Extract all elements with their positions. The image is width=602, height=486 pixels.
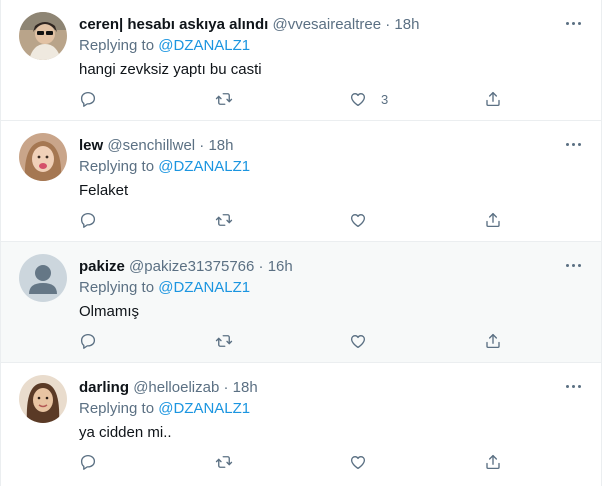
tweet-text: Olmamış (79, 303, 139, 320)
display-name[interactable]: lew (79, 137, 103, 154)
tweet-header: pakize @pakize31375766 · 16h (79, 257, 541, 277)
share-button[interactable] (484, 88, 502, 110)
default-avatar-icon (19, 254, 67, 302)
replying-to-label: Replying to (79, 158, 155, 175)
more-options-icon[interactable] (563, 16, 583, 30)
display-name[interactable]: ceren| hesabı askıya alındı (79, 16, 268, 33)
tweet-text: hangi zevksiz yaptı bu casti (79, 61, 262, 78)
retweet-button[interactable] (215, 88, 233, 110)
replying-to-label: Replying to (79, 400, 155, 417)
reply-button[interactable] (79, 209, 97, 231)
tweet-text: Felaket (79, 182, 129, 199)
like-button[interactable] (349, 451, 381, 473)
retweet-icon (215, 456, 233, 468)
reply-icon (80, 91, 96, 107)
share-button[interactable] (484, 451, 502, 473)
tweet-header: darling @helloelizab · 18h (79, 378, 541, 398)
retweet-icon (215, 93, 233, 105)
heart-icon (350, 93, 366, 107)
retweet-button[interactable] (215, 451, 233, 473)
user-handle[interactable]: @senchillwel (107, 137, 195, 154)
reply-button[interactable] (79, 88, 97, 110)
like-count: 3 (381, 91, 389, 107)
user-photo-icon (19, 133, 67, 181)
display-name[interactable]: darling (79, 379, 129, 396)
share-icon (486, 333, 500, 349)
reply-tweet[interactable]: pakize @pakize31375766 · 16h Replying to… (1, 242, 601, 363)
heart-icon (350, 335, 366, 349)
user-photo-icon (19, 375, 67, 423)
separator-dot: · (385, 16, 391, 33)
timestamp[interactable]: 18h (233, 379, 258, 396)
share-icon (486, 212, 500, 228)
share-icon (486, 91, 500, 107)
replying-to-label: Replying to (79, 279, 155, 296)
separator-dot: · (258, 258, 264, 275)
timestamp[interactable]: 18h (208, 137, 233, 154)
timestamp[interactable]: 16h (268, 258, 293, 275)
more-options-icon[interactable] (563, 258, 583, 272)
replying-to-handle[interactable]: @DZANALZ1 (158, 400, 250, 417)
retweet-button[interactable] (215, 209, 233, 231)
tweet-text: ya cidden mi.. (79, 424, 172, 441)
replies-feed: ceren| hesabı askıya alındı @vvesairealt… (0, 0, 602, 486)
share-button[interactable] (484, 330, 502, 352)
replying-to-label: Replying to (79, 37, 155, 54)
retweet-icon (215, 214, 233, 226)
avatar[interactable] (19, 133, 67, 181)
reply-tweet[interactable]: darling @helloelizab · 18h Replying to @… (1, 363, 601, 484)
like-button[interactable]: 3 (349, 88, 388, 110)
tweet-actions (1, 330, 601, 352)
reply-tweet[interactable]: ceren| hesabı askıya alındı @vvesairealt… (1, 0, 601, 121)
reply-icon (80, 212, 96, 228)
reply-tweet[interactable]: lew @senchillwel · 18h Replying to @DZAN… (1, 121, 601, 242)
tweet-actions (1, 209, 601, 231)
heart-icon (350, 214, 366, 228)
reply-icon (80, 454, 96, 470)
reply-icon (80, 333, 96, 349)
avatar[interactable] (19, 12, 67, 60)
reply-button[interactable] (79, 451, 97, 473)
avatar[interactable] (19, 375, 67, 423)
retweet-button[interactable] (215, 330, 233, 352)
tweet-header: lew @senchillwel · 18h (79, 136, 541, 156)
tweet-header: ceren| hesabı askıya alındı @vvesairealt… (79, 15, 541, 35)
replying-to-handle[interactable]: @DZANALZ1 (158, 158, 250, 175)
like-button[interactable] (349, 330, 381, 352)
replying-to-handle[interactable]: @DZANALZ1 (158, 37, 250, 54)
like-button[interactable] (349, 209, 381, 231)
replying-to: Replying to @DZANALZ1 (79, 36, 250, 56)
user-handle[interactable]: @helloelizab (133, 379, 219, 396)
reply-button[interactable] (79, 330, 97, 352)
share-button[interactable] (484, 209, 502, 231)
replying-to: Replying to @DZANALZ1 (79, 278, 250, 298)
share-icon (486, 454, 500, 470)
user-handle[interactable]: @vvesairealtree (272, 16, 381, 33)
replying-to: Replying to @DZANALZ1 (79, 399, 250, 419)
replying-to: Replying to @DZANALZ1 (79, 157, 250, 177)
more-options-icon[interactable] (563, 137, 583, 151)
timestamp[interactable]: 18h (394, 16, 419, 33)
heart-icon (350, 456, 366, 470)
more-options-icon[interactable] (563, 379, 583, 393)
separator-dot: · (223, 379, 229, 396)
replying-to-handle[interactable]: @DZANALZ1 (158, 279, 250, 296)
display-name[interactable]: pakize (79, 258, 125, 275)
retweet-icon (215, 335, 233, 347)
user-photo-icon (19, 12, 67, 60)
tweet-actions: 3 (1, 88, 601, 110)
avatar[interactable] (19, 254, 67, 302)
separator-dot: · (199, 137, 205, 154)
user-handle[interactable]: @pakize31375766 (129, 258, 254, 275)
tweet-actions (1, 451, 601, 473)
